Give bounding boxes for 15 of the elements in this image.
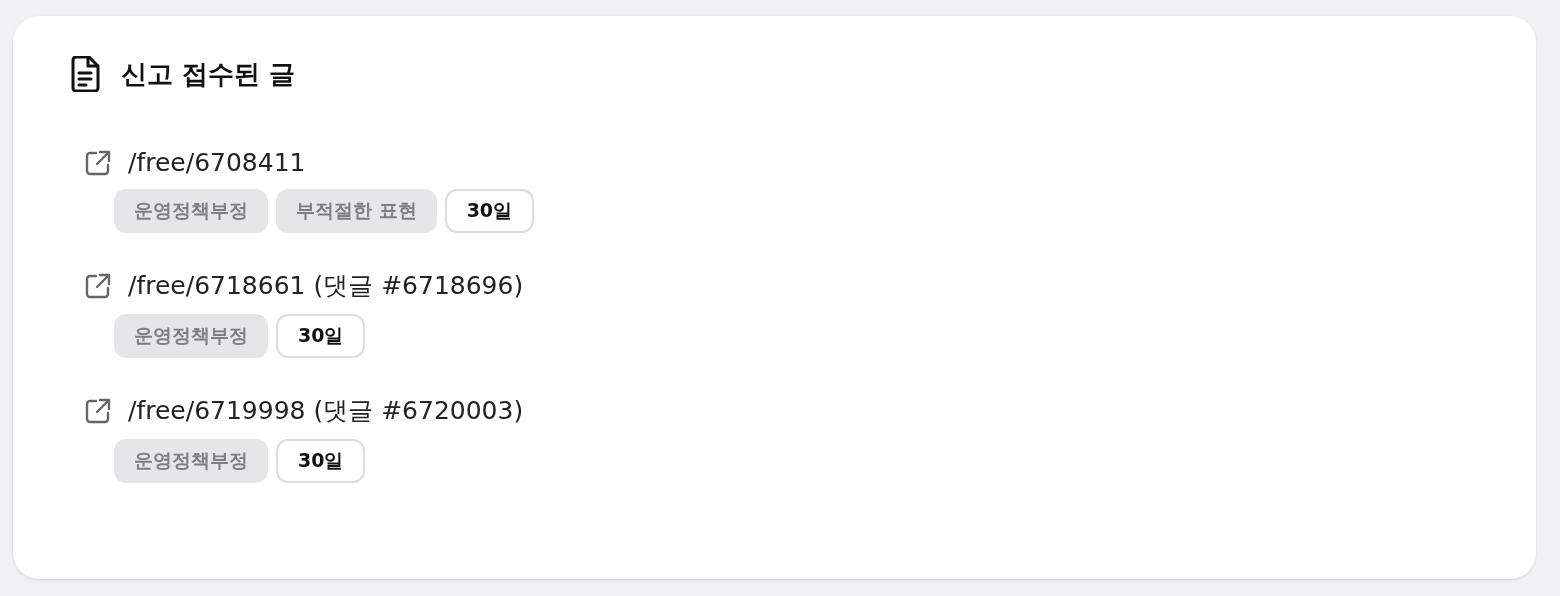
panel-title: 신고 접수된 글 bbox=[121, 57, 296, 91]
reason-tag: 운영정책부정 bbox=[114, 439, 268, 483]
reason-tag: 운영정책부정 bbox=[114, 314, 268, 358]
document-icon bbox=[69, 56, 101, 92]
external-link-icon[interactable] bbox=[84, 271, 112, 300]
duration-tag: 30일 bbox=[276, 439, 366, 483]
duration-tag: 30일 bbox=[276, 314, 366, 358]
external-link-icon[interactable] bbox=[84, 148, 112, 177]
duration-tag: 30일 bbox=[444, 189, 535, 233]
reason-tag: 운영정책부정 bbox=[114, 189, 268, 233]
post-link[interactable]: /free/6719998 (댓글 #6720003) bbox=[128, 394, 524, 427]
external-link-icon[interactable] bbox=[84, 396, 112, 425]
post-link[interactable]: /free/6718661 (댓글 #6718696) bbox=[128, 269, 524, 302]
reason-tag: 부적절한 표현 bbox=[276, 189, 437, 233]
post-link[interactable]: /free/6708411 bbox=[128, 148, 306, 177]
